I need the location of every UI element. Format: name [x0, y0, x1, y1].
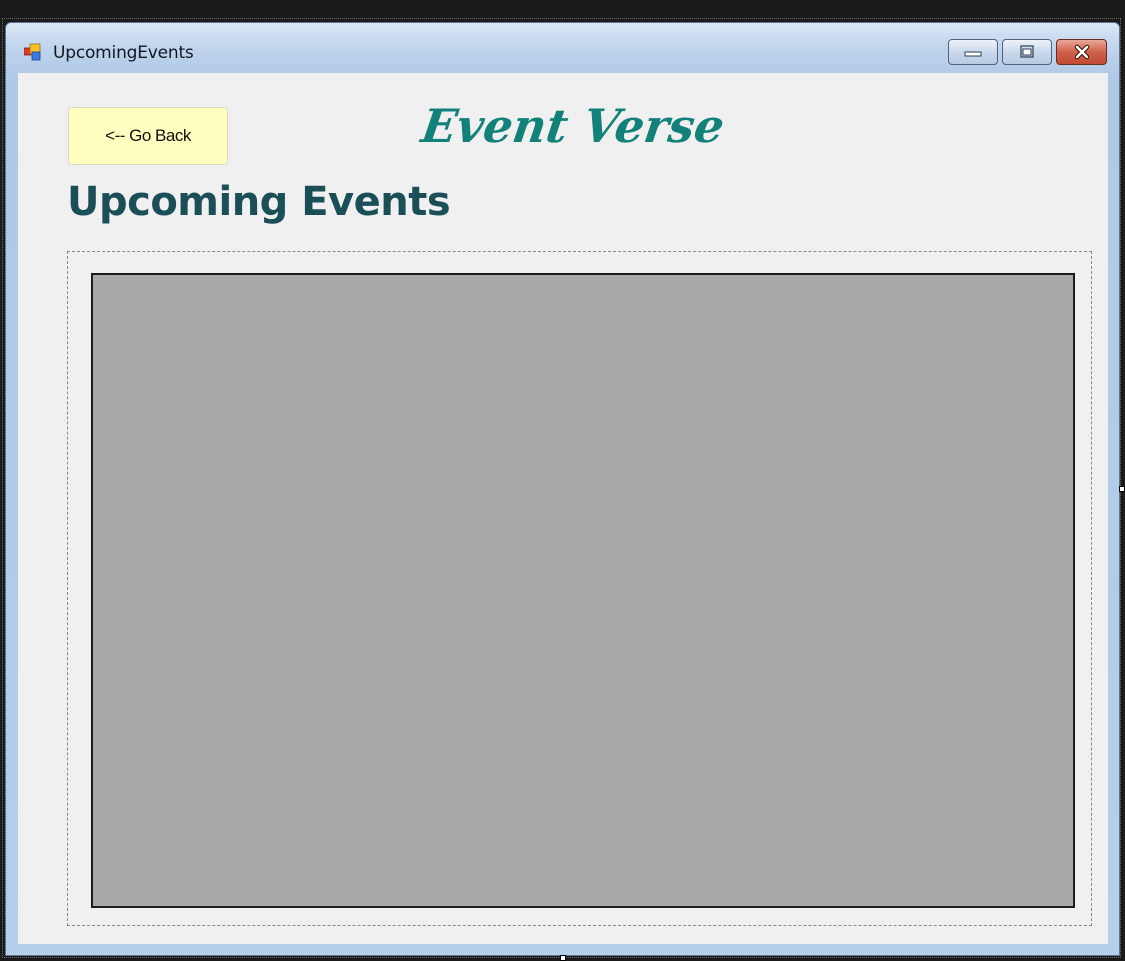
form-window: UpcomingEvents <-- Go Back Event Verse U…	[5, 22, 1120, 956]
title-bar[interactable]: UpcomingEvents	[6, 23, 1119, 71]
form-icon	[24, 43, 41, 61]
maximize-icon	[1020, 45, 1034, 58]
events-list-panel[interactable]	[91, 273, 1075, 908]
resize-handle-right[interactable]	[1119, 486, 1125, 492]
window-title: UpcomingEvents	[53, 43, 194, 63]
page-title: Upcoming Events	[67, 179, 451, 225]
brand-logo-text: Event Verse	[418, 99, 728, 153]
form-client-area: <-- Go Back Event Verse Upcoming Events	[18, 73, 1108, 944]
close-button[interactable]	[1056, 39, 1107, 65]
maximize-button[interactable]	[1002, 39, 1052, 65]
resize-handle-bottom[interactable]	[560, 955, 566, 961]
minimize-icon	[964, 51, 982, 57]
go-back-button[interactable]: <-- Go Back	[68, 107, 228, 165]
minimize-button[interactable]	[948, 39, 998, 65]
close-icon	[1074, 44, 1089, 60]
designer-surface: UpcomingEvents <-- Go Back Event Verse U…	[0, 0, 1125, 961]
